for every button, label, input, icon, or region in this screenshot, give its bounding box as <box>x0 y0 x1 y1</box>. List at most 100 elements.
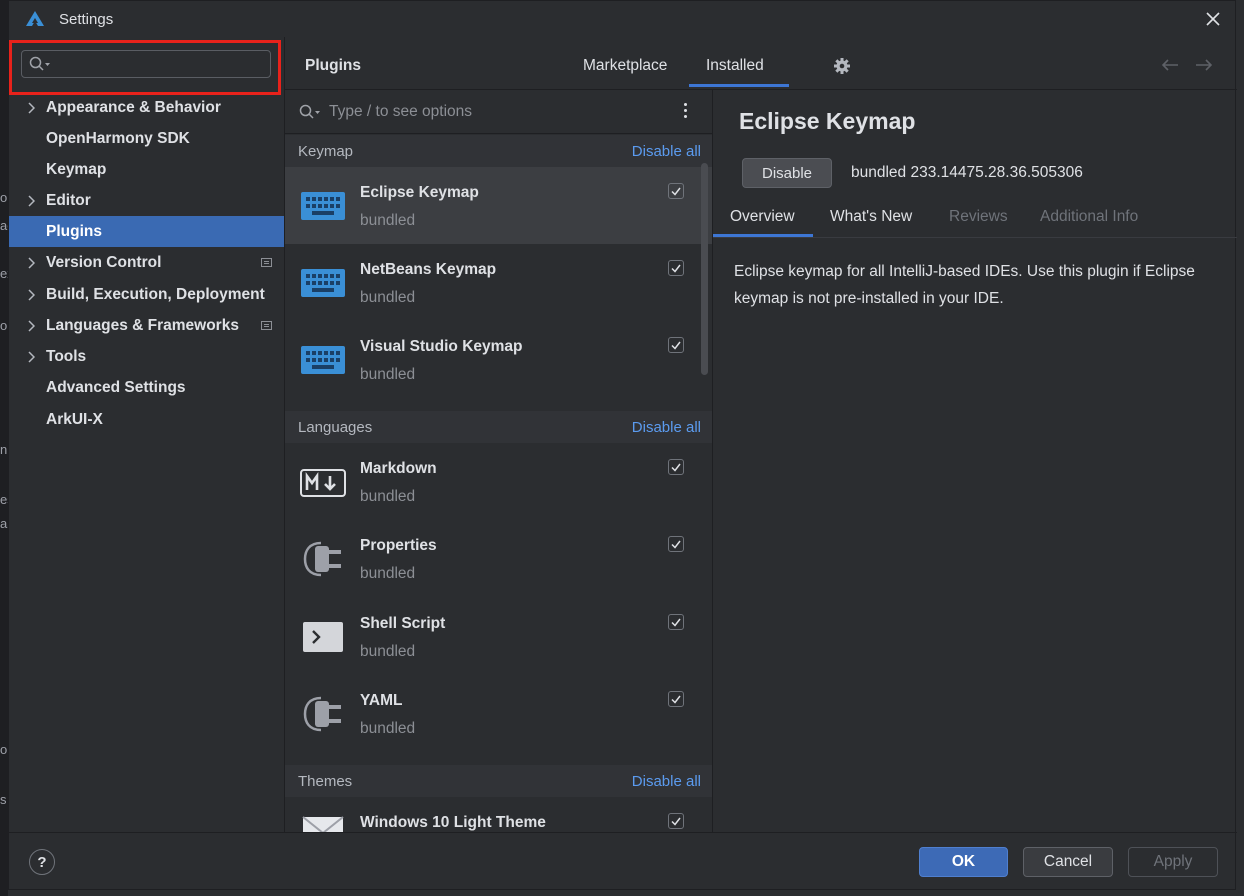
plugin-enabled-checkbox[interactable] <box>668 260 684 276</box>
markdown-icon <box>299 462 347 502</box>
plugin-status: bundled <box>360 212 416 229</box>
title-bar: Settings <box>9 1 1235 37</box>
plugin-row-netbeans-keymap[interactable]: NetBeans Keymap bundled <box>285 244 712 321</box>
chevron-right-icon <box>27 288 36 306</box>
search-icon <box>29 56 51 77</box>
check-icon <box>671 540 681 549</box>
plugin-row-visual-studio-keymap[interactable]: Visual Studio Keymap bundled <box>285 321 712 398</box>
cancel-button[interactable]: Cancel <box>1023 847 1113 877</box>
apply-button[interactable]: Apply <box>1128 847 1218 877</box>
check-icon <box>671 695 681 704</box>
group-header-languages: Languages Disable all <box>285 411 712 443</box>
plugin-row-yaml[interactable]: YAML bundled <box>285 675 712 752</box>
plugin-status: bundled <box>360 488 416 505</box>
background-text-fragment: o <box>0 742 8 757</box>
sidebar-item-keymap[interactable]: Keymap <box>9 154 284 185</box>
keyboard-icon <box>299 263 347 303</box>
sidebar-item-appearance-behavior[interactable]: Appearance & Behavior <box>9 92 284 123</box>
background-text-fragment: s <box>0 792 7 807</box>
plugin-enabled-checkbox[interactable] <box>668 459 684 475</box>
settings-dialog: Settings Appearance & Behavior OpenHarmo… <box>8 0 1237 890</box>
tab-additional-info[interactable]: Additional Info <box>1040 208 1138 226</box>
gear-icon[interactable] <box>833 57 851 80</box>
disable-all-link[interactable]: Disable all <box>632 419 701 436</box>
back-arrow-icon[interactable] <box>1160 57 1180 78</box>
plugin-row-markdown[interactable]: Markdown bundled <box>285 443 712 520</box>
detail-tabs-divider <box>713 237 1237 238</box>
sidebar-item-languages-frameworks[interactable]: Languages & Frameworks <box>9 310 284 341</box>
settings-search-field[interactable] <box>21 50 271 78</box>
tab-overview[interactable]: Overview <box>730 208 795 226</box>
plugin-enabled-checkbox[interactable] <box>668 813 684 829</box>
disable-all-link[interactable]: Disable all <box>632 773 701 790</box>
plugin-version: bundled 233.14475.28.36.505306 <box>851 164 1083 181</box>
tab-whats-new[interactable]: What's New <box>830 208 912 226</box>
sidebar-item-label: Editor <box>46 191 91 209</box>
terminal-icon <box>299 617 347 657</box>
plugin-status: bundled <box>360 366 416 383</box>
plugin-status: bundled <box>360 565 416 582</box>
sidebar-item-label: Tools <box>46 347 87 365</box>
plugin-enabled-checkbox[interactable] <box>668 691 684 707</box>
chevron-right-icon <box>27 194 36 212</box>
close-button[interactable] <box>1201 7 1225 31</box>
plugin-search-field[interactable]: Type / to see options <box>285 90 712 134</box>
plugin-row-shell-script[interactable]: Shell Script bundled <box>285 598 712 675</box>
footer-divider <box>9 832 1237 833</box>
plugin-search-placeholder: Type / to see options <box>329 103 473 120</box>
tab-marketplace[interactable]: Marketplace <box>583 57 667 75</box>
more-options-icon[interactable] <box>683 103 689 121</box>
sidebar-item-tools[interactable]: Tools <box>9 341 284 372</box>
plugin-row-windows-10-light-theme[interactable]: Windows 10 Light Theme <box>285 797 712 832</box>
settings-search-input[interactable] <box>54 54 268 76</box>
plugin-list-scrollbar[interactable] <box>701 163 708 375</box>
plugin-row-eclipse-keymap[interactable]: Eclipse Keymap bundled <box>285 167 712 244</box>
sidebar-item-label: OpenHarmony SDK <box>46 129 190 147</box>
plugin-enabled-checkbox[interactable] <box>668 536 684 552</box>
keyboard-icon <box>299 340 347 380</box>
check-icon <box>671 618 681 627</box>
plugin-detail-title: Eclipse Keymap <box>739 108 916 134</box>
sidebar-item-advanced-settings[interactable]: Advanced Settings <box>9 372 284 403</box>
sidebar-item-label: Advanced Settings <box>46 378 186 396</box>
disable-all-link[interactable]: Disable all <box>632 143 701 160</box>
background-text-fragment: n <box>0 442 8 457</box>
plugin-name: Properties <box>360 537 437 554</box>
sidebar-item-label: Appearance & Behavior <box>46 98 221 116</box>
sidebar-item-version-control[interactable]: Version Control <box>9 247 284 278</box>
sidebar-item-openharmony-sdk[interactable]: OpenHarmony SDK <box>9 123 284 154</box>
plugin-enabled-checkbox[interactable] <box>668 183 684 199</box>
sidebar-item-label: Plugins <box>46 222 102 240</box>
close-icon <box>1206 12 1220 26</box>
plugin-status: bundled <box>360 643 416 660</box>
plugin-enabled-checkbox[interactable] <box>668 337 684 353</box>
envelope-icon <box>299 811 347 832</box>
help-button[interactable]: ? <box>29 849 55 875</box>
sidebar-item-plugins[interactable]: Plugins <box>9 216 284 247</box>
plugin-status: bundled <box>360 720 416 737</box>
tab-reviews[interactable]: Reviews <box>949 208 1008 226</box>
page-title: Plugins <box>305 57 361 74</box>
plugin-row-properties[interactable]: Properties bundled <box>285 520 712 597</box>
sidebar-item-label: Keymap <box>46 160 107 178</box>
ok-button[interactable]: OK <box>919 847 1008 877</box>
forward-arrow-icon[interactable] <box>1194 57 1214 78</box>
sidebar-item-build-execution-deployment[interactable]: Build, Execution, Deployment <box>9 279 284 310</box>
sidebar-item-label: Languages & Frameworks <box>46 316 239 334</box>
check-icon <box>671 264 681 273</box>
sidebar-item-arkui-x[interactable]: ArkUI-X <box>9 404 284 435</box>
settings-sidebar: Appearance & Behavior OpenHarmony SDK Ke… <box>9 37 284 832</box>
tab-installed[interactable]: Installed <box>706 57 764 75</box>
check-icon <box>671 463 681 472</box>
group-header-keymap: Keymap Disable all <box>285 135 712 167</box>
chevron-right-icon <box>27 101 36 119</box>
sidebar-item-editor[interactable]: Editor <box>9 185 284 216</box>
group-header-themes: Themes Disable all <box>285 765 712 797</box>
disable-plugin-button[interactable]: Disable <box>742 158 832 188</box>
check-icon <box>671 341 681 350</box>
check-icon <box>671 817 681 826</box>
chevron-right-icon <box>27 350 36 368</box>
plugin-enabled-checkbox[interactable] <box>668 614 684 630</box>
group-name: Keymap <box>298 143 354 160</box>
plugin-name: Visual Studio Keymap <box>360 338 523 355</box>
